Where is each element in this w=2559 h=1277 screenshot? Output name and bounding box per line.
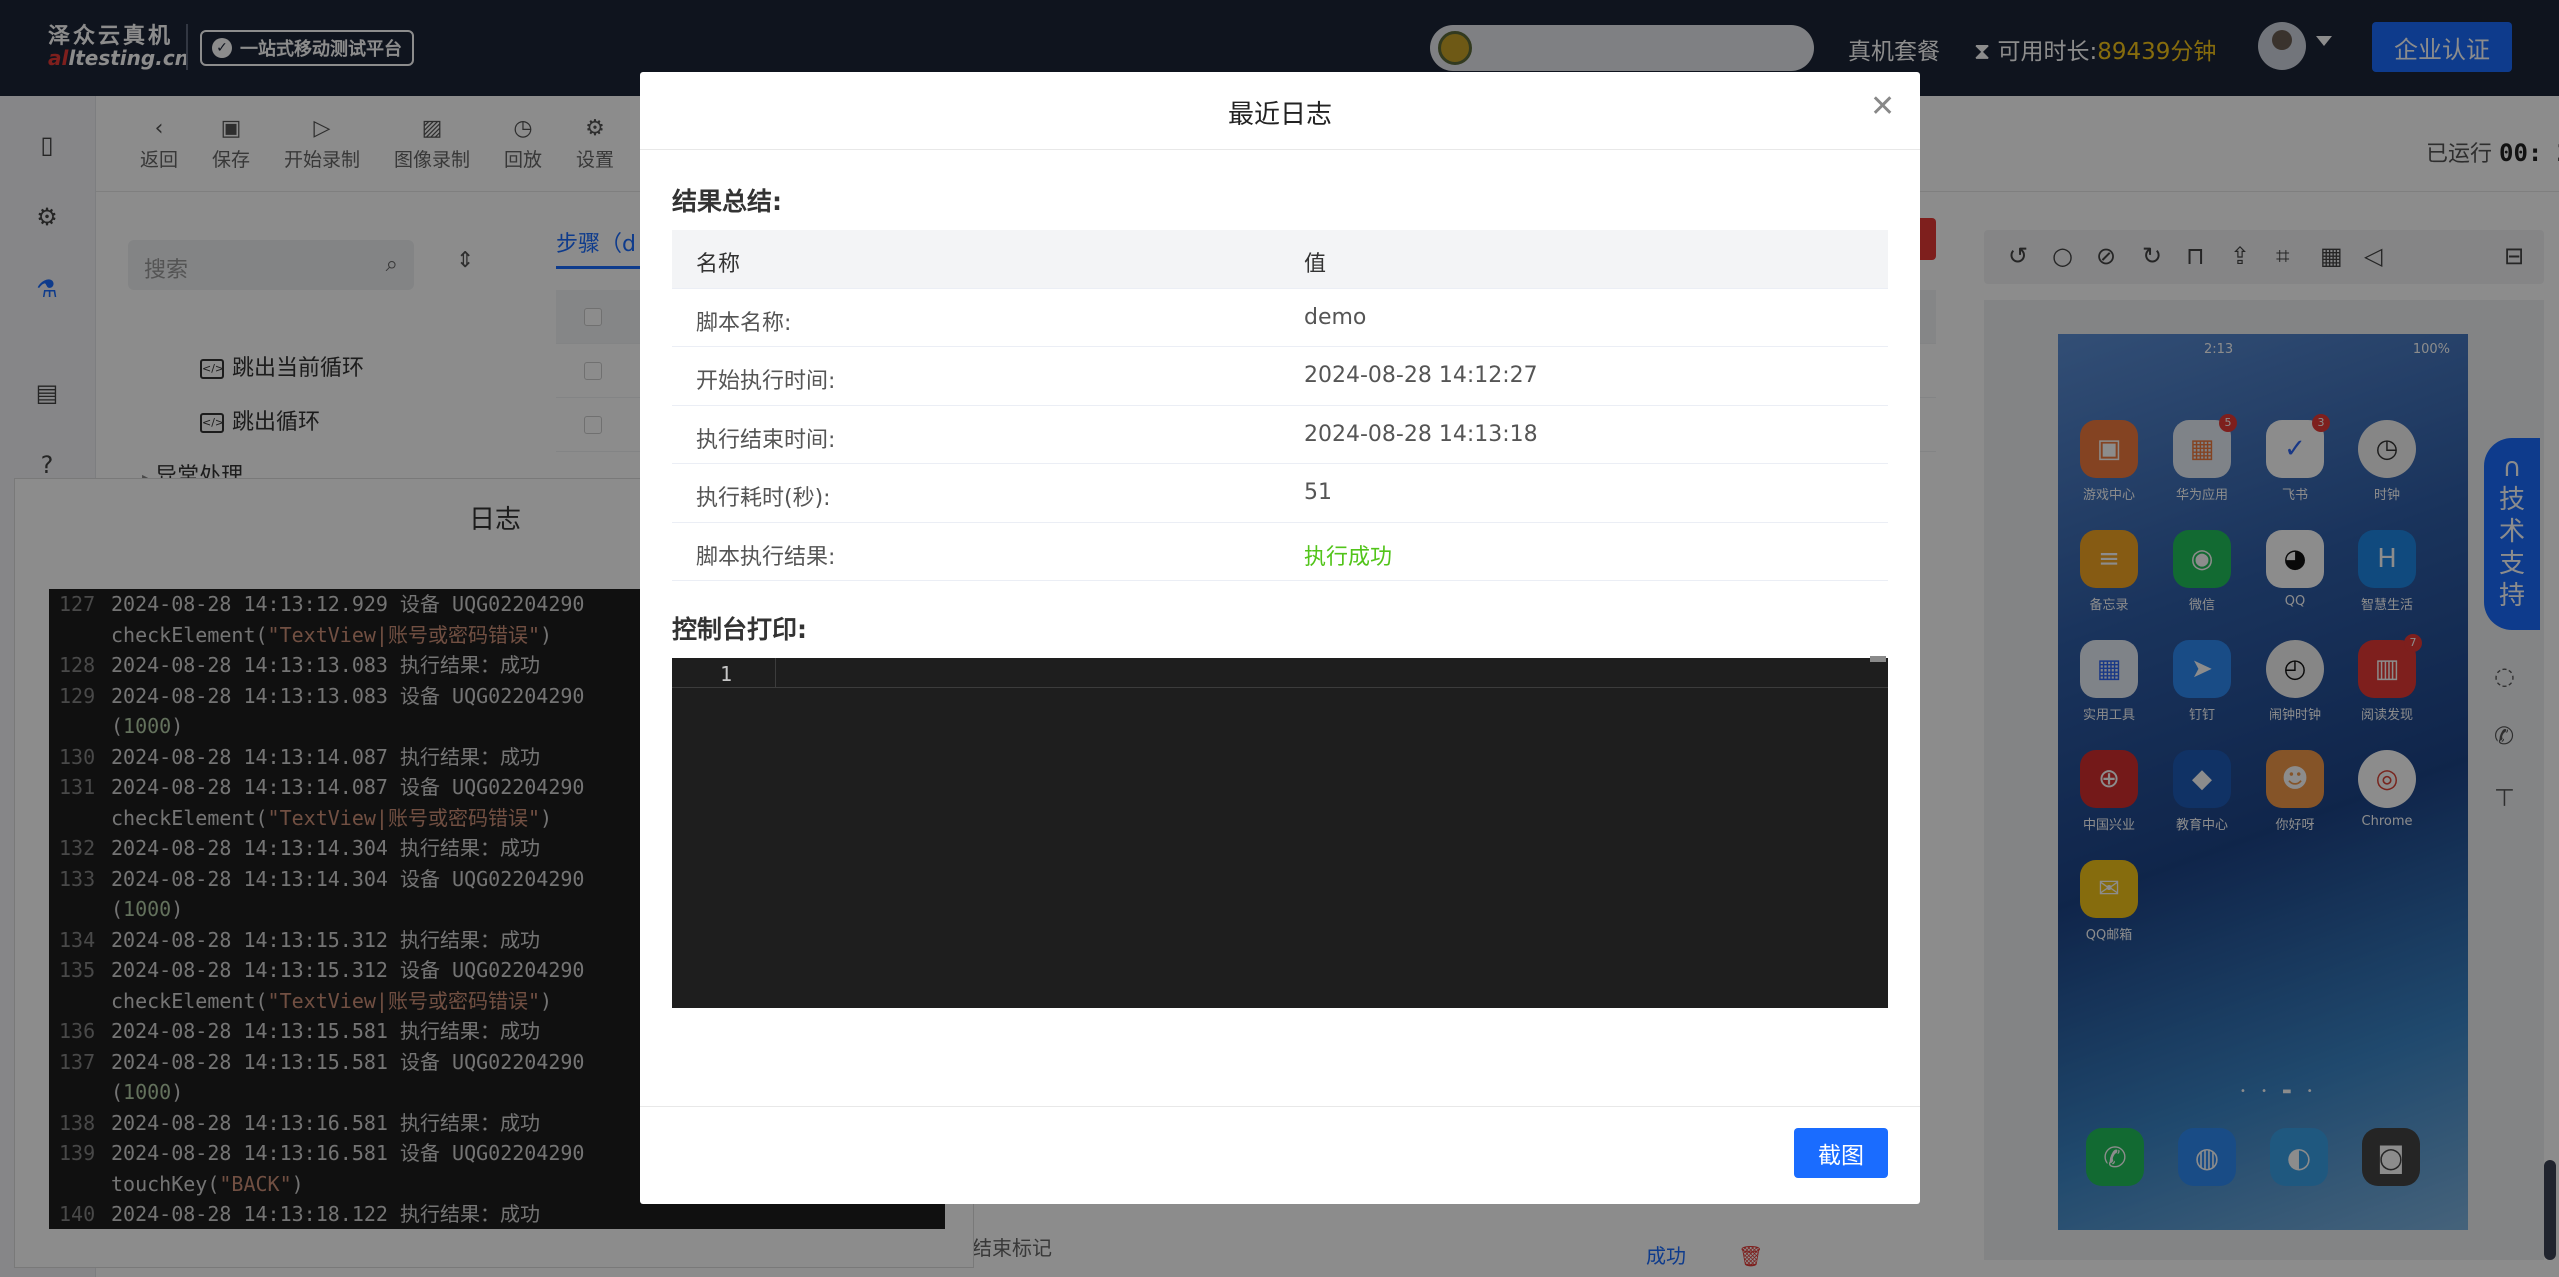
console-title: 控制台打印: <box>672 615 807 644</box>
close-icon[interactable]: ✕ <box>1870 92 1895 122</box>
status-success: 执行成功 <box>1304 544 1393 570</box>
line-gutter: 1 <box>672 658 776 688</box>
scroll-tab <box>1870 656 1886 662</box>
table-row: 脚本名称: demo <box>672 289 1888 347</box>
recent-log-dialog: 最近日志 ✕ 结果总结: 名称值 脚本名称: demo 开始执行时间: 2024-0… <box>640 72 1920 1204</box>
table-row: 执行结束时间: 2024-08-28 14:13:18 <box>672 406 1888 464</box>
table-row: 脚本执行结果: 执行成功 <box>672 523 1888 581</box>
screenshot-button[interactable]: 截图 <box>1794 1128 1888 1178</box>
console-line <box>776 658 1888 688</box>
table-row: 执行耗时(秒): 51 <box>672 464 1888 523</box>
summary-table: 名称值 脚本名称: demo 开始执行时间: 2024-08-28 14:12:27… <box>672 230 1888 581</box>
summary-title: 结果总结: <box>672 187 782 216</box>
dialog-title: 最近日志 <box>1227 100 1332 130</box>
table-header: 名称值 <box>672 230 1888 289</box>
dialog-footer-divider <box>640 1106 1920 1107</box>
console-output[interactable]: 1 <box>672 656 1888 1008</box>
table-row: 开始执行时间: 2024-08-28 14:12:27 <box>672 347 1888 406</box>
dialog-header: 最近日志 ✕ <box>640 72 1920 150</box>
